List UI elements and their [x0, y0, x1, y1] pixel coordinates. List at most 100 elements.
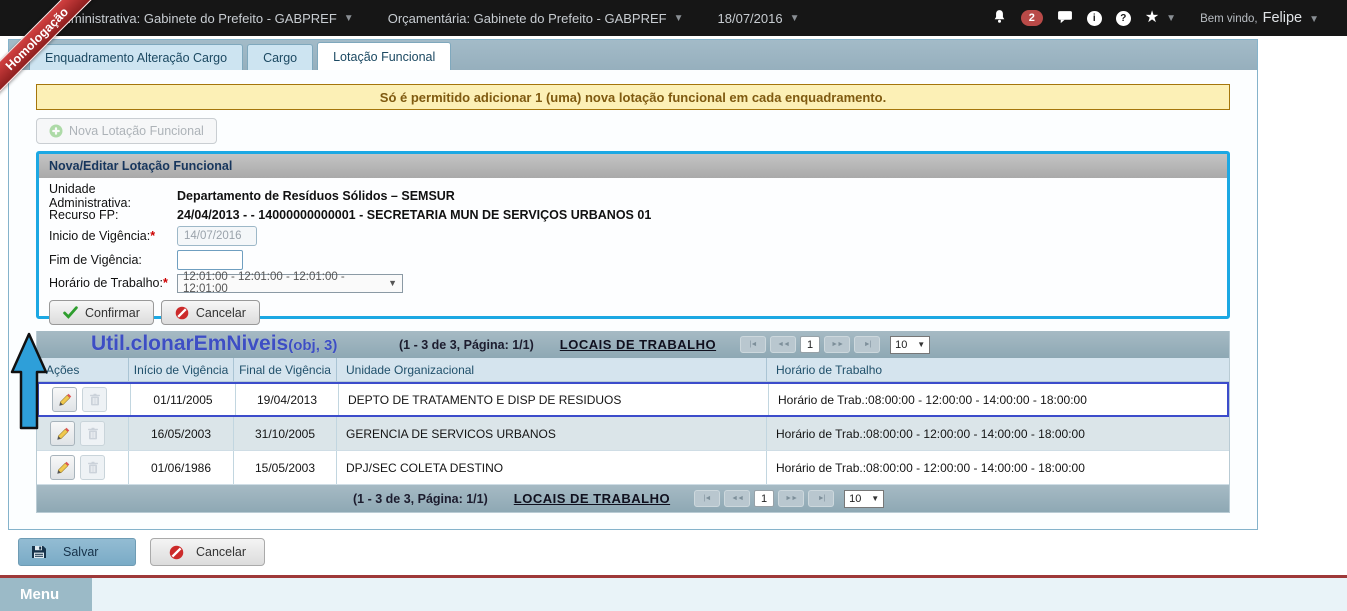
cell-unidade: DPJ/SEC COLETA DESTINO: [337, 451, 767, 484]
confirmar-label: Confirmar: [85, 306, 140, 320]
recurso-fp-value: 24/04/2013 - - 14000000000001 - SECRETAR…: [177, 208, 651, 222]
delete-button: [80, 421, 105, 446]
tab-enquadramento-alteracao-cargo[interactable]: Enquadramento Alteração Cargo: [29, 44, 243, 70]
edit-button[interactable]: [52, 387, 77, 412]
main-container: Enquadramento Alteração Cargo Cargo Lota…: [8, 39, 1258, 530]
fim-vigencia-input[interactable]: [177, 250, 243, 270]
context-budget-selector[interactable]: Orçamentária: Gabinete do Prefeito - GAB…: [388, 11, 684, 26]
delete-button: [80, 455, 105, 480]
current-page: 1: [754, 490, 774, 507]
chevron-down-icon: ▼: [388, 278, 397, 288]
prev-page-button[interactable]: ◄◄: [724, 490, 750, 507]
edit-button[interactable]: [50, 455, 75, 480]
cancelar-page-button[interactable]: Cancelar: [150, 538, 265, 566]
tab-content: Só é permitido adicionar 1 (uma) nova lo…: [9, 70, 1257, 533]
topbar: Administrativa: Gabinete do Prefeito - G…: [0, 0, 1347, 36]
horario-trabalho-label: Horário de Trabalho:*: [49, 276, 177, 290]
edit-button[interactable]: [50, 421, 75, 446]
last-page-button[interactable]: ►|: [808, 490, 834, 507]
inicio-vigencia-label: Inicio de Vigência:*: [49, 229, 177, 243]
first-page-button[interactable]: |◄: [740, 336, 766, 353]
header-horario-trabalho: Horário de Trabalho: [767, 358, 1229, 381]
new-lotacao-label: Nova Lotação Funcional: [69, 124, 204, 138]
chat-icon[interactable]: [1057, 9, 1073, 27]
username: Felipe: [1263, 10, 1303, 26]
footer: Menu: [0, 575, 1347, 611]
page-size-value: 10: [849, 493, 861, 505]
date-selector[interactable]: 18/07/2016 ▼: [718, 11, 800, 26]
header-inicio-vigencia: Início de Vigência: [129, 358, 234, 381]
tab-strip: Enquadramento Alteração Cargo Cargo Lota…: [9, 40, 1257, 70]
horario-trabalho-select[interactable]: 12:01:00 - 12:01:00 - 12:01:00 - 12:01:0…: [177, 274, 403, 293]
cancelar-form-label: Cancelar: [196, 306, 246, 320]
header-acoes: Ações: [37, 358, 129, 381]
prev-page-button[interactable]: ◄◄: [770, 336, 796, 353]
salvar-button[interactable]: Salvar: [18, 538, 136, 566]
unidade-administrativa-value: Departamento de Resíduos Sólidos – SEMSU…: [177, 189, 455, 203]
chevron-down-icon: ▼: [344, 13, 354, 24]
cancelar-page-label: Cancelar: [196, 545, 246, 559]
pencil-icon: [58, 393, 72, 407]
cell-unidade: GERENCIA DE SERVICOS URBANOS: [337, 417, 767, 450]
confirmar-button[interactable]: Confirmar: [49, 300, 154, 325]
bell-icon[interactable]: [992, 9, 1007, 27]
cell-unidade: DEPTO DE TRATAMENTO E DISP DE RESIDUOS: [339, 384, 769, 415]
header-final-vigencia: Final de Vigência: [234, 358, 337, 381]
cell-horario: Horário de Trab.:08:00:00 - 12:00:00 - 1…: [767, 417, 1229, 450]
menu-button[interactable]: Menu: [0, 578, 92, 611]
page-size-select[interactable]: 10 ▼: [844, 490, 884, 508]
page-size-select[interactable]: 10 ▼: [890, 336, 930, 354]
star-icon: ★: [1145, 10, 1159, 26]
pencil-icon: [56, 461, 70, 475]
favorites-menu[interactable]: ★ ▼: [1145, 10, 1176, 26]
table-title[interactable]: LOCAIS DE TRABALHO: [514, 491, 670, 506]
chevron-down-icon: ▼: [1309, 14, 1319, 25]
required-asterisk: *: [150, 229, 155, 243]
first-page-button[interactable]: |◄: [694, 490, 720, 507]
cell-inicio: 01/11/2005: [131, 384, 236, 415]
tab-lotacao-funcional[interactable]: Lotação Funcional: [317, 42, 451, 70]
current-date: 18/07/2016: [718, 11, 783, 26]
block-icon: [175, 306, 189, 320]
debug-overlay-text: Util.clonarEmNiveis(obj, 3): [91, 332, 337, 356]
block-icon: [169, 545, 184, 560]
current-page: 1: [800, 336, 820, 353]
trash-icon: [87, 461, 99, 474]
recurso-fp-label: Recurso FP:: [49, 208, 177, 222]
chevron-down-icon: ▼: [917, 340, 925, 349]
table-scroller-bottom: (1 - 3 de 3, Página: 1/1) LOCAIS DE TRAB…: [37, 485, 1229, 512]
last-page-button[interactable]: ►|: [854, 336, 880, 353]
table-header-row: Ações Início de Vigência Final de Vigênc…: [37, 358, 1229, 382]
pagination-summary: (1 - 3 de 3, Página: 1/1): [353, 492, 488, 506]
locais-trabalho-table: Util.clonarEmNiveis(obj, 3) (1 - 3 de 3,…: [36, 331, 1230, 513]
context-admin-selector[interactable]: Administrativa: Gabinete do Prefeito - G…: [55, 11, 354, 26]
next-page-button[interactable]: ►►: [778, 490, 804, 507]
check-icon: [63, 306, 78, 319]
help-icon[interactable]: ?: [1116, 11, 1131, 26]
cell-inicio: 16/05/2003: [129, 417, 234, 450]
chevron-down-icon: ▼: [871, 494, 879, 503]
cancelar-form-button[interactable]: Cancelar: [161, 300, 260, 325]
plus-icon: [49, 124, 63, 138]
unidade-administrativa-label: Unidade Administrativa:: [49, 182, 177, 210]
table-row[interactable]: 16/05/2003 31/10/2005 GERENCIA DE SERVIC…: [37, 417, 1229, 451]
tab-cargo[interactable]: Cargo: [247, 44, 313, 70]
table-row[interactable]: 01/06/1986 15/05/2003 DPJ/SEC COLETA DES…: [37, 451, 1229, 485]
warning-banner: Só é permitido adicionar 1 (uma) nova lo…: [36, 84, 1230, 110]
panel-title: Nova/Editar Lotação Funcional: [39, 154, 1227, 178]
fim-vigencia-label: Fim de Vigência:: [49, 253, 177, 267]
table-row[interactable]: 01/11/2005 19/04/2013 DEPTO DE TRATAMENT…: [37, 382, 1229, 417]
next-page-button[interactable]: ►►: [824, 336, 850, 353]
info-icon[interactable]: i: [1087, 11, 1102, 26]
chevron-down-icon: ▼: [1166, 13, 1176, 24]
notification-badge[interactable]: 2: [1021, 10, 1043, 26]
user-menu[interactable]: Bem vindo, Felipe ▼: [1200, 10, 1319, 26]
cell-final: 19/04/2013: [236, 384, 339, 415]
trash-icon: [87, 427, 99, 440]
horario-selected-value: 12:01:00 - 12:01:00 - 12:01:00 - 12:01:0…: [183, 271, 382, 295]
table-title[interactable]: LOCAIS DE TRABALHO: [560, 337, 716, 352]
cell-inicio: 01/06/1986: [129, 451, 234, 484]
welcome-text: Bem vindo,: [1200, 13, 1258, 25]
chevron-down-icon: ▼: [674, 13, 684, 24]
pencil-icon: [56, 427, 70, 441]
